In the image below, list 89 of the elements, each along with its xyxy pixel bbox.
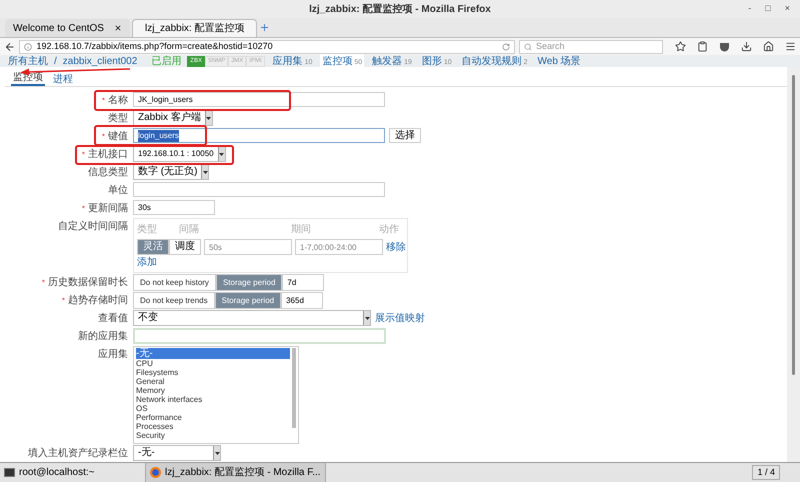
required-mark: *: [102, 94, 105, 106]
select-button[interactable]: 选择: [389, 128, 421, 143]
required-mark: *: [102, 130, 105, 142]
key-field[interactable]: login_users: [133, 128, 385, 143]
application-option[interactable]: Filesystems: [136, 368, 290, 377]
application-option[interactable]: Processes: [136, 422, 290, 431]
required-mark: *: [82, 148, 85, 160]
required-mark: *: [42, 276, 45, 288]
info-icon: [24, 42, 32, 50]
field-label: 类型: [108, 112, 128, 126]
required-mark: *: [82, 202, 85, 214]
url-field[interactable]: 192.168.10.7/zabbix/items.php?form=create&hostid=10270: [19, 40, 515, 54]
column-header: 动作: [379, 223, 399, 237]
tab-title: Welcome to CentOS: [13, 22, 105, 36]
field-label: 应用集: [98, 348, 128, 362]
mode-toggle[interactable]: 调度: [169, 239, 201, 255]
workspace-pager[interactable]: 1 / 4: [752, 464, 780, 480]
menu-icon[interactable]: [784, 41, 796, 52]
field-label: 更新间隔: [88, 202, 128, 216]
application-option[interactable]: Performance: [136, 413, 290, 422]
field-label: 单位: [108, 184, 128, 198]
browser-tab[interactable]: Welcome to CentOS: [5, 19, 130, 37]
browser-tab[interactable]: lzj_zabbix: 配置监控项: [132, 19, 257, 37]
column-header: 间隔: [179, 223, 200, 237]
field-label: 查看值: [98, 312, 128, 326]
application-option[interactable]: OS: [136, 404, 290, 413]
window-title: lzj_zabbix: 配置监控项 - Mozilla Firefox: [308, 2, 492, 16]
storage-toggle[interactable]: Do not keep history: [133, 274, 216, 291]
interval-field[interactable]: 30s: [133, 200, 215, 215]
info-type-select[interactable]: 数字 (无正负): [133, 164, 210, 180]
field-label: 键值: [108, 130, 128, 144]
clipboard-icon[interactable]: [696, 41, 708, 52]
breadcrumb-link[interactable]: 所有主机: [8, 54, 48, 68]
breadcrumb-link[interactable]: zabbix_client002: [62, 54, 138, 68]
field-label: 新的应用集: [78, 330, 128, 344]
form-tab[interactable]: 进程: [51, 74, 75, 86]
new-tab-icon[interactable]: [259, 22, 270, 33]
name-field[interactable]: JK_login_users: [133, 92, 385, 107]
units-field[interactable]: [133, 182, 385, 197]
storage-period-field[interactable]: 7d: [282, 274, 324, 291]
value-map-select[interactable]: 不变: [133, 310, 371, 326]
breadcrumb-link[interactable]: /: [54, 54, 57, 68]
terminal-icon: [4, 468, 15, 477]
field-label: 填入主机资产纪录栏位: [28, 446, 128, 461]
application-option[interactable]: CPU: [136, 359, 290, 368]
application-option[interactable]: General: [136, 377, 290, 386]
value-map-link[interactable]: 展示值映射: [375, 310, 425, 326]
taskbar-item[interactable]: root@localhost:~: [0, 463, 145, 482]
required-mark: *: [62, 294, 65, 306]
taskbar-item[interactable]: lzj_zabbix: 配置监控项 - Mozilla F...: [145, 463, 326, 482]
field-label: 信息类型: [88, 166, 128, 180]
remove-link[interactable]: 移除: [386, 240, 406, 254]
storage-toggle[interactable]: Storage period: [214, 292, 282, 309]
field-label: 历史数据保留时长: [48, 276, 128, 290]
field-label: 名称: [108, 94, 128, 108]
browser-icon: [150, 467, 161, 478]
back-icon[interactable]: [4, 40, 16, 52]
mode-toggle[interactable]: 灵活: [137, 239, 169, 255]
window-control[interactable]: □: [765, 2, 771, 16]
tab-title: lzj_zabbix: 配置监控项: [145, 22, 244, 36]
reload-icon[interactable]: [502, 42, 510, 50]
field-label: 主机接口: [88, 148, 128, 162]
application-option[interactable]: Memory: [136, 386, 290, 395]
application-option[interactable]: -无-: [136, 348, 290, 359]
field-label: 自定义时间间隔: [58, 220, 128, 234]
column-header: 类型: [137, 222, 158, 237]
new-application-field[interactable]: [133, 328, 386, 344]
interface-select[interactable]: 192.168.10.1 : 10050: [133, 146, 226, 162]
add-link[interactable]: 添加: [137, 257, 157, 269]
column-header: 期间: [291, 222, 312, 237]
application-option[interactable]: Network interfaces: [136, 395, 290, 404]
field-label: 趋势存储时间: [68, 294, 128, 308]
storage-period-field[interactable]: 365d: [281, 292, 324, 309]
nav-link[interactable]: Web 场景: [536, 54, 583, 68]
window-control[interactable]: ×: [784, 2, 790, 16]
home-icon[interactable]: [762, 41, 774, 52]
delay-field[interactable]: 50s: [204, 239, 292, 255]
shield-icon[interactable]: [718, 41, 730, 52]
storage-toggle[interactable]: Do not keep trends: [133, 292, 215, 309]
download-icon[interactable]: [740, 41, 752, 52]
close-icon[interactable]: [114, 24, 122, 32]
inventory-select[interactable]: -无-: [133, 445, 221, 461]
search-icon: [524, 42, 532, 50]
application-option[interactable]: Security: [136, 431, 290, 440]
star-icon[interactable]: [674, 41, 686, 52]
host-status: 已启用: [151, 54, 182, 68]
storage-toggle[interactable]: Storage period: [216, 274, 282, 291]
window-control[interactable]: -: [748, 2, 752, 16]
period-field[interactable]: 1-7,00:00-24:00: [295, 239, 383, 255]
